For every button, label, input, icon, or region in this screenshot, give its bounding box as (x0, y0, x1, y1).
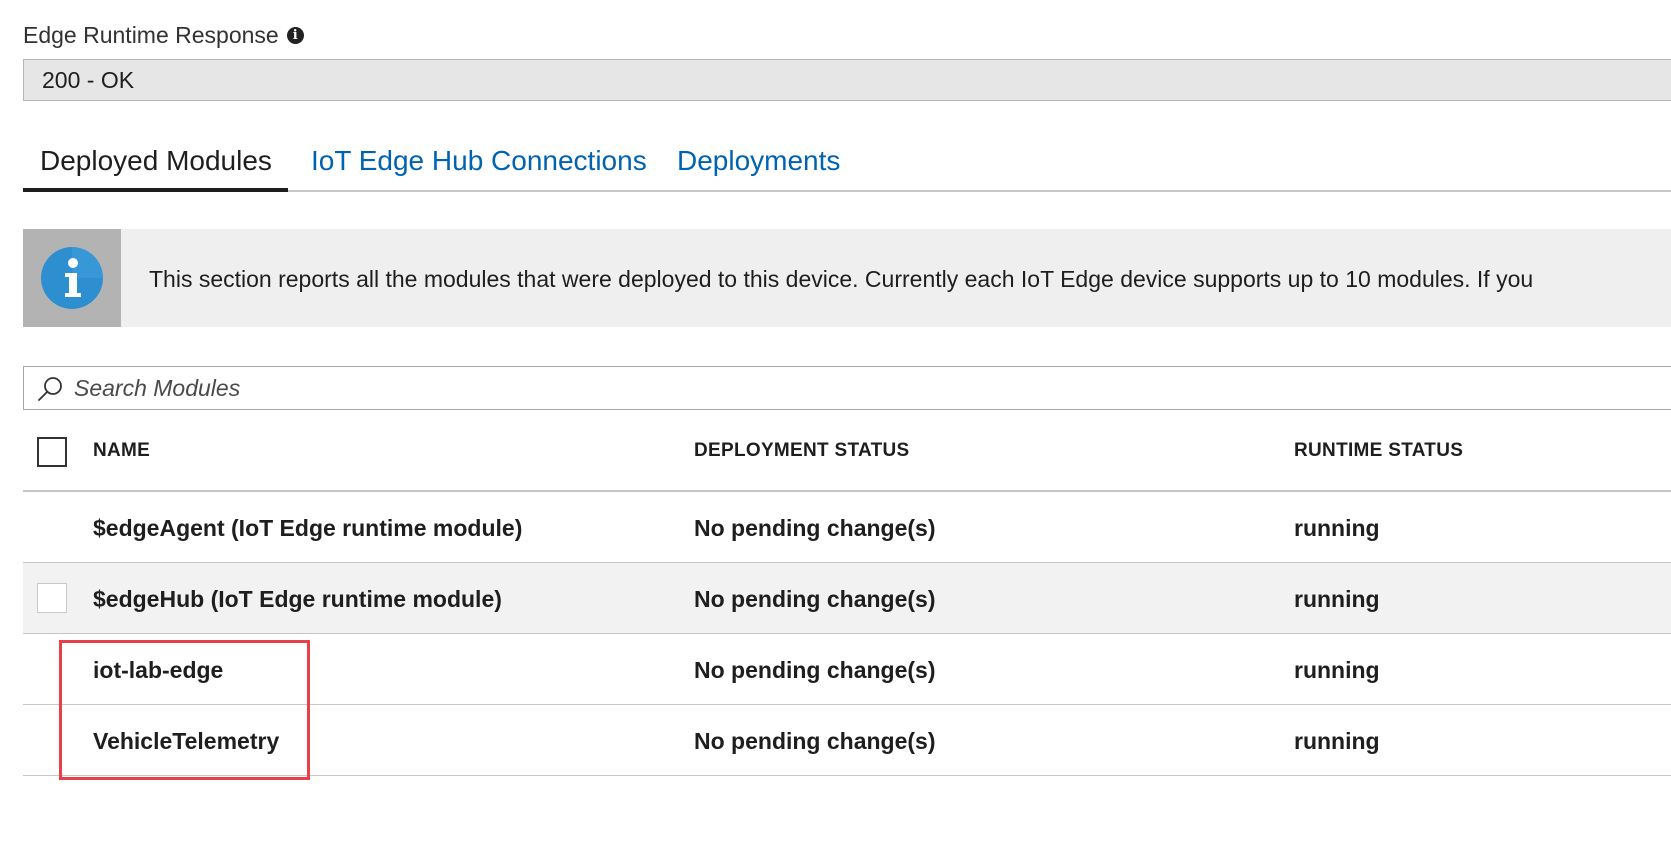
tab-deployments[interactable]: Deployments (677, 132, 840, 190)
info-circle-icon[interactable]: i (286, 27, 304, 44)
search-icon (38, 377, 62, 401)
select-all-checkbox[interactable] (37, 437, 67, 467)
info-banner-text: This section reports all the modules tha… (149, 266, 1534, 292)
column-header-name[interactable]: NAME (93, 420, 150, 482)
runtime-response-label-text: Edge Runtime Response (23, 22, 279, 48)
table-row[interactable]: $edgeHub (IoT Edge runtime module) No pe… (23, 563, 1671, 634)
deployment-status: No pending change(s) (694, 657, 936, 683)
tab-iot-edge-hub-connections[interactable]: IoT Edge Hub Connections (311, 132, 647, 190)
info-icon (41, 247, 103, 309)
module-name[interactable]: $edgeHub (IoT Edge runtime module) (93, 563, 502, 635)
grid-header: NAME DEPLOYMENT STATUS RUNTIME STATUS (23, 420, 1671, 492)
deployment-status: No pending change(s) (694, 728, 936, 754)
module-name[interactable]: $edgeAgent (IoT Edge runtime module) (93, 492, 522, 564)
info-banner: This section reports all the modules tha… (23, 229, 1671, 327)
row-checkbox[interactable] (37, 583, 67, 613)
highlight-annotation-box (59, 640, 310, 780)
deployment-status: No pending change(s) (694, 586, 936, 612)
runtime-response-label: Edge Runtime Response i (23, 22, 304, 49)
column-header-runtime-status[interactable]: RUNTIME STATUS (1294, 420, 1463, 482)
search-modules-input[interactable] (72, 367, 1574, 409)
info-banner-icon-box (23, 229, 121, 327)
table-row[interactable]: $edgeAgent (IoT Edge runtime module) No … (23, 492, 1671, 563)
deployment-status: No pending change(s) (694, 515, 936, 541)
runtime-status: running (1294, 728, 1380, 754)
search-modules-box[interactable] (23, 366, 1671, 410)
runtime-response-field: 200 - OK (23, 59, 1671, 101)
tab-deployed-modules[interactable]: Deployed Modules (23, 132, 288, 192)
runtime-status: running (1294, 515, 1380, 541)
module-tabs: Deployed Modules IoT Edge Hub Connection… (23, 132, 1671, 192)
runtime-status: running (1294, 657, 1380, 683)
column-header-deployment-status[interactable]: DEPLOYMENT STATUS (694, 420, 910, 482)
runtime-status: running (1294, 586, 1380, 612)
